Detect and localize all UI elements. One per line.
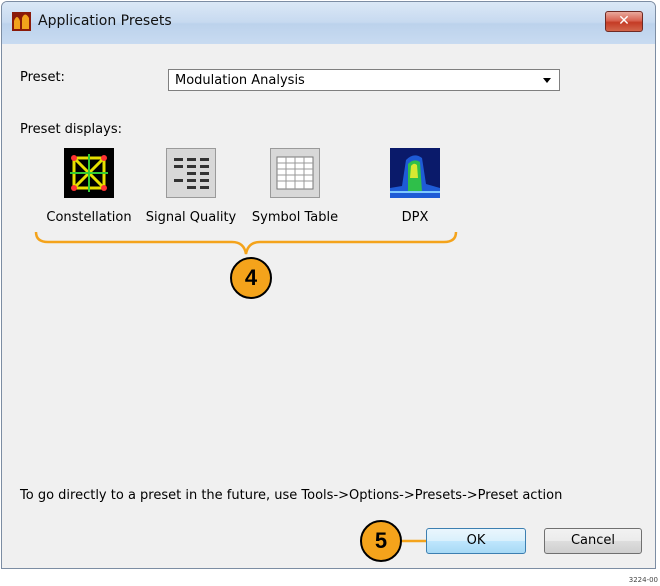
preset-selected-value: Modulation Analysis [175,73,305,88]
constellation-icon [64,148,114,198]
callout-bracket [34,231,458,255]
dialog-body: Preset: Modulation Analysis Preset displ… [10,44,647,562]
callout-5: 5 [360,520,402,562]
cancel-button[interactable]: Cancel [544,528,642,554]
display-label-symbol-table: Symbol Table [251,210,339,225]
preset-displays-label: Preset displays: [20,122,122,137]
hint-text: To go directly to a preset in the future… [20,488,563,503]
application-presets-dialog: Application Presets ✕ Preset: Modulation… [1,1,656,569]
ok-button[interactable]: OK [426,528,526,554]
symbol-table-icon [270,148,320,198]
display-label-constellation: Constellation [46,210,132,225]
preset-label: Preset: [20,70,65,85]
close-icon: ✕ [618,13,630,29]
close-button[interactable]: ✕ [605,11,643,32]
chevron-down-icon [543,78,551,83]
callout-connector [402,539,426,543]
signal-quality-icon [166,148,216,198]
title-bar: Application Presets ✕ [2,2,655,44]
callout-4: 4 [230,257,272,299]
window-title: Application Presets [38,13,172,29]
tektronix-app-icon [12,12,31,31]
display-label-dpx: DPX [401,210,429,225]
dpx-icon [390,148,440,198]
figure-number: 3224-00 [628,576,658,584]
display-label-signal-quality: Signal Quality [145,210,237,225]
preset-select[interactable]: Modulation Analysis [168,69,560,91]
